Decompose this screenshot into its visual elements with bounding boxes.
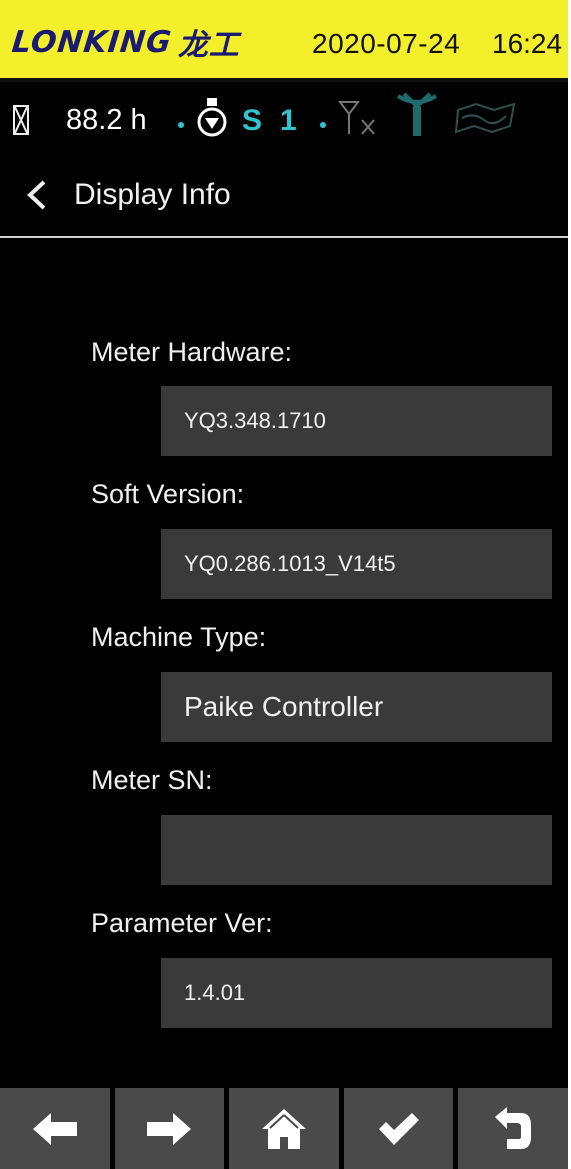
gear-letter: S [242,104,263,137]
lonking-logo: LONKING 龙工 [10,22,240,64]
home-icon [261,1108,306,1149]
chevron-left-icon[interactable] [24,178,48,217]
status-bar: 88.2 h S 1 [0,86,568,158]
meter-hardware-value: YQ3.348.1710 [161,386,552,456]
status-dot [178,122,184,128]
logo-chinese: 龙工 [177,28,240,63]
parameter-ver-value: 1.4.01 [161,958,552,1028]
page-title: Display Info [74,178,231,211]
title-bar: Display Info [0,158,568,238]
hourglass-icon [12,104,30,141]
time-display: 16:24 [492,28,563,59]
bottom-nav [0,1088,568,1169]
meter-sn-label: Meter SN: [91,765,213,795]
arrow-left-icon [32,1112,77,1145]
return-button[interactable] [458,1088,568,1169]
machine-type-value: Paike Controller [161,672,552,742]
date-display: 2020-07-24 [312,28,461,59]
soft-version-value: YQ0.286.1013_V14t5 [161,529,552,599]
checkmark-icon [378,1112,419,1145]
home-button[interactable] [229,1088,339,1169]
next-button[interactable] [114,1088,225,1169]
return-icon [495,1106,532,1149]
hour-meter: 88.2 h [66,104,147,136]
gear-number: 1 [280,104,297,137]
confirm-button[interactable] [343,1088,454,1169]
logo-latin: LONKING [10,24,174,60]
previous-button[interactable] [0,1088,110,1169]
meter-sn-value [161,815,552,885]
parameter-ver-label: Parameter Ver: [91,908,273,938]
no-signal-icon [336,98,382,143]
engine-icon [196,98,228,147]
antenna-icon [394,92,440,145]
arrow-right-icon [147,1112,192,1145]
status-dot [320,122,326,128]
soft-version-label: Soft Version: [91,479,245,509]
header-bar: LONKING 龙工 2020-07-24 16:24 [0,0,568,82]
gps-map-icon [454,102,520,139]
machine-type-label: Machine Type: [91,622,267,652]
meter-hardware-label: Meter Hardware: [91,337,293,367]
display-screen: LONKING 龙工 2020-07-24 16:24 88.2 h S 1 D… [0,0,568,1169]
